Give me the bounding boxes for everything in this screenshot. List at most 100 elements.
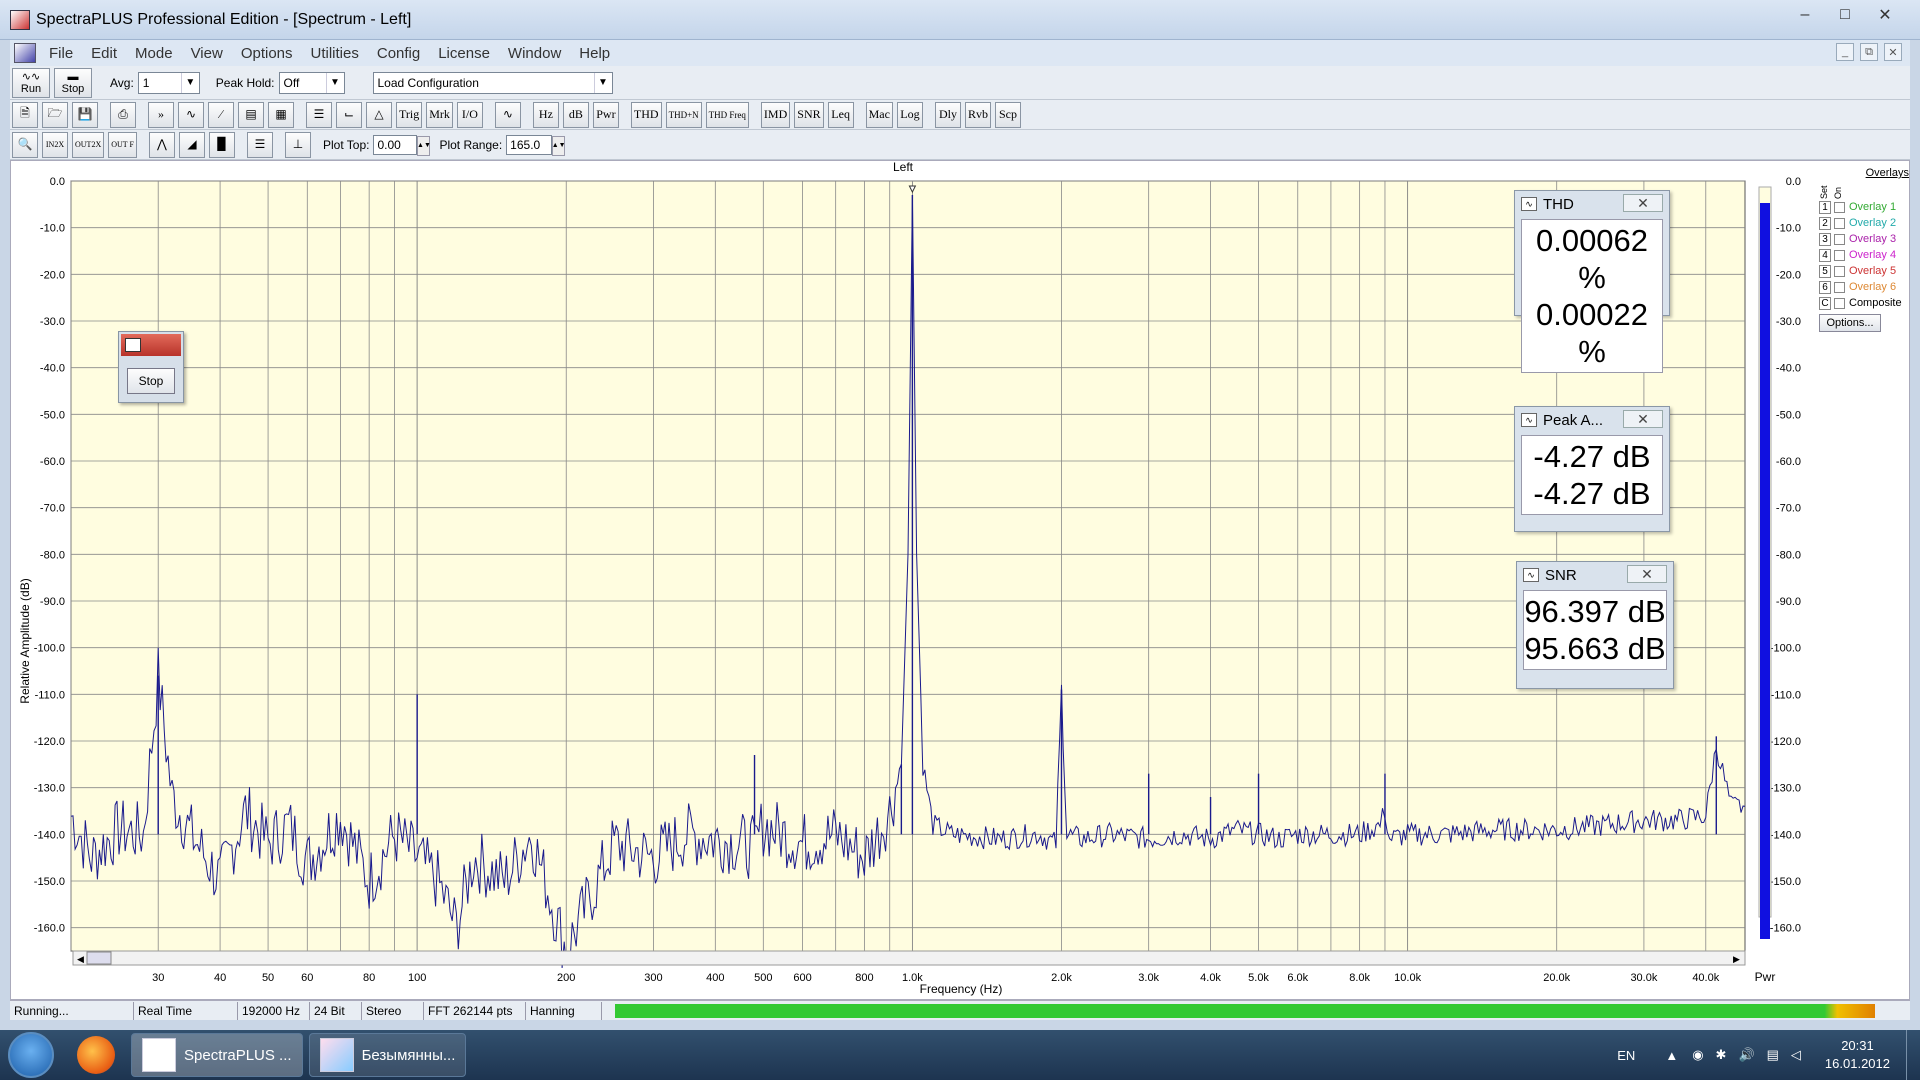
overlay-set-composite[interactable]: C — [1819, 296, 1831, 310]
spin-icon[interactable]: ▲▼ — [417, 135, 431, 156]
mac-button[interactable]: Mac — [865, 101, 893, 128]
imd-button[interactable]: IMD — [760, 101, 791, 128]
plot-top-input[interactable]: 0.00 ▲▼ — [373, 134, 431, 156]
menu-config[interactable]: Config — [377, 45, 420, 62]
stop-button[interactable]: ▬ Stop — [54, 67, 92, 98]
plot-range-input[interactable]: 165.0 ▲▼ — [506, 134, 566, 156]
dly-button[interactable]: Dly — [934, 101, 961, 128]
leq-button[interactable]: Leq — [827, 101, 854, 128]
scale-icon[interactable]: ⌙ — [336, 101, 362, 128]
menu-view[interactable]: View — [191, 45, 223, 62]
menu-mode[interactable]: Mode — [135, 45, 173, 62]
plot-properties-icon[interactable]: ☰ — [246, 131, 273, 158]
scp-button[interactable]: Scp — [994, 101, 1021, 128]
menu-window[interactable]: Window — [508, 45, 561, 62]
close-icon[interactable]: ✕ — [1623, 194, 1663, 212]
snr-button[interactable]: SNR — [794, 101, 824, 128]
marker-button[interactable]: Mrk — [426, 101, 453, 128]
trigger-button[interactable]: Trig — [396, 101, 423, 128]
overlay-set-1[interactable]: 1 — [1819, 200, 1831, 214]
taskbar-paint[interactable]: Безымянны... — [308, 1033, 467, 1077]
spin-icon[interactable]: ▲▼ — [552, 135, 566, 156]
overlay-set-6[interactable]: 6 — [1819, 280, 1831, 294]
scroll-left-icon[interactable]: ◀ — [77, 954, 84, 964]
3d-surface-icon[interactable]: ▦ — [268, 101, 294, 128]
mdi-minimize-icon[interactable]: _ — [1836, 43, 1854, 61]
overlay-set-4[interactable]: 4 — [1819, 248, 1831, 262]
overlay-checkbox-4[interactable] — [1834, 249, 1845, 261]
thd-button[interactable]: THD — [630, 101, 662, 128]
run-button[interactable]: ∿∿ Run — [12, 67, 50, 98]
open-icon[interactable]: 🗁 — [42, 101, 68, 128]
log-button[interactable]: Log — [896, 101, 923, 128]
io-button[interactable]: I/O — [456, 101, 483, 128]
zoom-in-2x-icon[interactable]: IN2X — [42, 131, 68, 158]
new-icon[interactable]: 🗎 — [12, 101, 38, 128]
spectrogram-icon[interactable]: ▤ — [238, 101, 264, 128]
close-icon[interactable]: ✕ — [1627, 565, 1667, 583]
menu-options[interactable]: Options — [241, 45, 293, 62]
overlay-set-2[interactable]: 2 — [1819, 216, 1831, 230]
network-icon[interactable]: ▤ — [1767, 1047, 1779, 1063]
menu-edit[interactable]: Edit — [91, 45, 117, 62]
scale-bar-icon[interactable]: ⊥ — [284, 131, 311, 158]
mdi-restore-icon[interactable]: ⧉ — [1860, 43, 1878, 61]
overlays-options-button[interactable]: Options... — [1819, 314, 1881, 332]
rvb-button[interactable]: Rvb — [964, 101, 991, 128]
bluetooth-icon[interactable]: ✱ — [1716, 1047, 1727, 1063]
minimize-icon[interactable]: – — [1790, 4, 1820, 26]
horizontal-scrollbar[interactable] — [72, 950, 1746, 966]
close-icon[interactable]: ✕ — [1870, 4, 1900, 26]
overlay-set-3[interactable]: 3 — [1819, 232, 1831, 246]
mdi-close-icon[interactable]: ✕ — [1884, 43, 1902, 61]
waveform-icon[interactable]: ∕ — [208, 101, 234, 128]
overlay-checkbox-composite[interactable] — [1834, 297, 1845, 309]
speaker-icon[interactable]: 🔊 — [1738, 1047, 1754, 1063]
overlay-checkbox-3[interactable] — [1834, 233, 1845, 245]
peakhold-select[interactable]: Off ▼ — [278, 71, 345, 94]
show-hidden-icon[interactable]: ▲ — [1665, 1048, 1678, 1063]
save-icon[interactable]: 💾 — [72, 101, 98, 128]
overlay-set-5[interactable]: 5 — [1819, 264, 1831, 278]
line-plot-icon[interactable]: ⋀ — [148, 131, 175, 158]
taskbar-spectraplus[interactable]: SpectraPLUS ... — [131, 1033, 303, 1077]
generator-icon[interactable]: ∿ — [494, 101, 521, 128]
menu-help[interactable]: Help — [579, 45, 610, 62]
document-icon[interactable] — [14, 43, 36, 63]
print-icon[interactable]: ⎙ — [110, 101, 136, 128]
maximize-icon[interactable]: □ — [1830, 4, 1860, 26]
overlay-checkbox-6[interactable] — [1834, 281, 1845, 293]
zoom-out-full-icon[interactable]: OUT F — [108, 131, 137, 158]
spectrum-icon[interactable]: ∿ — [178, 101, 204, 128]
show-desktop-button[interactable] — [1906, 1030, 1920, 1080]
config-select[interactable]: Load Configuration ▼ — [372, 71, 613, 94]
zoom-icon[interactable]: 🔍 — [12, 131, 38, 158]
thd-freq-button[interactable]: THD Freq — [705, 101, 749, 128]
menu-license[interactable]: License — [438, 45, 490, 62]
calibration-icon[interactable]: △ — [366, 101, 392, 128]
hz-button[interactable]: Hz — [532, 101, 559, 128]
antivirus-icon[interactable]: ◉ — [1692, 1047, 1703, 1063]
forward-icon[interactable]: » — [148, 101, 174, 128]
zoom-out-2x-icon[interactable]: OUT2X — [72, 131, 105, 158]
filled-plot-icon[interactable]: ◢ — [178, 131, 205, 158]
avg-select[interactable]: 1 ▼ — [137, 71, 200, 94]
scroll-right-icon[interactable]: ▶ — [1733, 954, 1740, 964]
thdn-button[interactable]: THD+N — [665, 101, 702, 128]
settings-icon[interactable]: ☰ — [306, 101, 332, 128]
clock[interactable]: 20:31 16.01.2012 — [1825, 1037, 1890, 1073]
db-button[interactable]: dB — [562, 101, 589, 128]
overlay-checkbox-5[interactable] — [1834, 265, 1845, 277]
firefox-icon[interactable] — [68, 1033, 124, 1077]
overlay-checkbox-2[interactable] — [1834, 217, 1845, 229]
scrollbar-thumb[interactable] — [86, 951, 112, 965]
menu-file[interactable]: File — [49, 45, 73, 62]
overlay-checkbox-1[interactable] — [1834, 201, 1845, 213]
bar-plot-icon[interactable]: ▉ — [208, 131, 235, 158]
stop-dialog-button[interactable]: Stop — [127, 368, 175, 394]
pwr-button[interactable]: Pwr — [592, 101, 619, 128]
menu-utilities[interactable]: Utilities — [311, 45, 359, 62]
volume-icon[interactable]: ◁ — [1791, 1047, 1801, 1063]
language-indicator[interactable]: EN — [1617, 1048, 1635, 1063]
start-button[interactable] — [8, 1032, 54, 1078]
